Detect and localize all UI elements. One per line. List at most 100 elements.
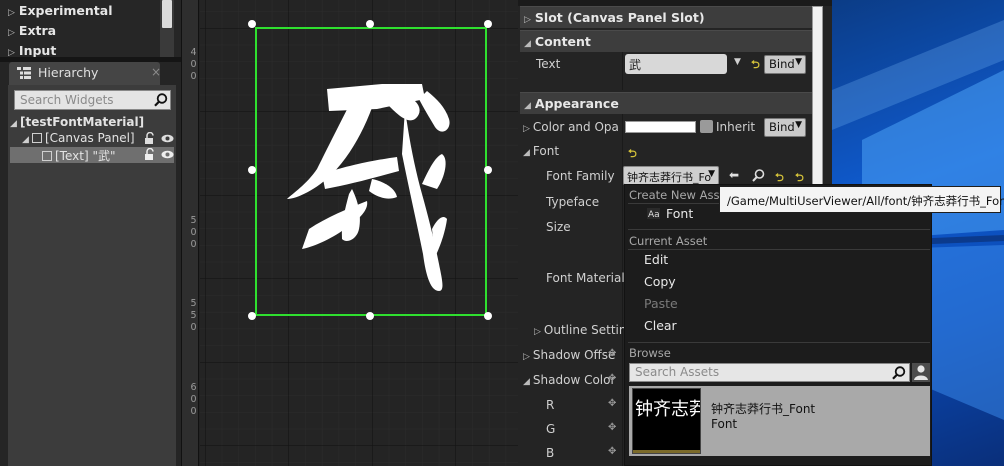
eye-icon[interactable] — [161, 148, 174, 161]
dropdown-arrow-icon: ▼ — [795, 120, 802, 130]
collapse-arrow-icon: ◢ — [10, 119, 17, 129]
prop-label-text: Color and Opa — [532, 120, 619, 134]
prop-label-font[interactable]: ◢ Font — [523, 144, 559, 158]
bind-button[interactable]: Bind ▼ — [764, 118, 806, 137]
asset-tile-font[interactable]: 钟齐志莽 钟齐志莽行书_Font Font — [629, 386, 930, 456]
menu-item-clear[interactable]: Clear — [644, 318, 677, 333]
person-icon[interactable] — [912, 363, 930, 382]
prop-label-shadow-color[interactable]: ◢ Shadow Color — [523, 373, 615, 387]
color-swatch[interactable] — [625, 121, 696, 133]
lock-icon[interactable] — [144, 148, 157, 161]
drag-handle-icon[interactable]: ✥ — [608, 348, 616, 359]
dropdown-arrow-icon: ▼ — [795, 57, 802, 67]
tree-item-canvas-panel[interactable]: ◢ [Canvas Panel] — [10, 131, 174, 147]
prop-label-font-family: Font Family — [546, 169, 615, 183]
prop-label-shadow-offset[interactable]: ▷ Shadow Offse — [523, 348, 615, 362]
resize-handle[interactable] — [484, 20, 492, 28]
asset-preview-text: 钟齐志莽 — [635, 399, 701, 420]
tree-item-label: [Text] "武" — [55, 149, 116, 163]
resize-handle[interactable] — [484, 312, 492, 320]
designer-canvas[interactable]: 400 500 550 600 — [181, 0, 518, 466]
section-content[interactable]: ◢ Content — [520, 30, 820, 52]
menu-separator — [628, 229, 930, 230]
drag-handle-icon[interactable]: ✥ — [608, 422, 616, 433]
section-title: Appearance — [534, 96, 619, 111]
drag-handle-icon[interactable]: ✥ — [608, 398, 616, 409]
resize-handle[interactable] — [366, 312, 374, 320]
prop-label-typeface: Typeface — [546, 195, 600, 209]
menu-separator — [628, 342, 930, 343]
collapse-arrow-icon: ◢ — [524, 39, 531, 49]
hierarchy-body: Search Widgets ◢ [testFontMaterial] ◢ [Can… — [8, 85, 176, 466]
prop-label-font-material: Font Material — [546, 271, 625, 285]
reset-icon[interactable]: ⮌ — [751, 56, 760, 75]
prop-label-size: Size — [546, 220, 571, 234]
search-icon — [154, 93, 168, 107]
expand-arrow-icon: ▷ — [523, 352, 530, 362]
palette-category-label: Experimental — [18, 3, 113, 18]
font-asset-menu: Create New Asset Aa Font Current Asset E… — [624, 184, 932, 466]
prop-label-outline[interactable]: ▷ Outline Setting — [534, 323, 634, 337]
svg-text:Aa: Aa — [648, 210, 660, 219]
collapse-arrow-icon: ◢ — [22, 135, 29, 145]
menu-item-edit[interactable]: Edit — [644, 252, 668, 267]
asset-search-input[interactable]: Search Assets — [629, 363, 910, 382]
menu-item-new-font[interactable]: Font — [666, 206, 693, 221]
tree-item-text[interactable]: [Text] "武" — [10, 147, 174, 163]
menu-item-paste: Paste — [644, 296, 678, 311]
font-family-value: 钟齐志莽行书_Fo — [627, 171, 712, 184]
expand-arrow-icon: ▷ — [8, 28, 15, 38]
text-value-field[interactable]: 武 — [625, 54, 727, 74]
use-selected-arrow-icon[interactable]: ⬅ — [729, 168, 739, 182]
palette-category-extra[interactable]: ▷ Extra — [8, 23, 56, 38]
tab-hierarchy[interactable]: Hierarchy × — [9, 62, 161, 85]
reset-icon[interactable]: ⮌ — [628, 145, 637, 164]
expand-arrow-icon: ▷ — [523, 124, 530, 134]
tree-item-root[interactable]: ◢ [testFontMaterial] — [10, 115, 174, 131]
widget-search-input[interactable]: Search Widgets — [14, 90, 171, 110]
palette-panel: ▷ Experimental ▷ Extra ▷ Input — [0, 0, 181, 58]
palette-scrollbar-thumb[interactable] — [162, 0, 172, 28]
prop-label-color[interactable]: ▷ Color and Opa — [523, 120, 619, 134]
prop-label-text: Outline Setting — [543, 323, 635, 337]
resize-handle[interactable] — [484, 166, 492, 174]
section-slot[interactable]: ▷ Slot (Canvas Panel Slot) — [520, 6, 820, 28]
resize-handle[interactable] — [366, 20, 374, 28]
eye-icon[interactable] — [161, 132, 174, 145]
top-strip — [518, 0, 832, 6]
inherit-checkbox[interactable] — [700, 120, 713, 133]
tree-item-label: [Canvas Panel] — [45, 131, 135, 145]
expand-arrow-icon: ▷ — [534, 327, 541, 337]
column-separator[interactable] — [622, 52, 623, 90]
font-family-combo[interactable]: 钟齐志莽行书_Fo ▼ — [623, 166, 719, 185]
drag-handle-icon[interactable]: ✥ — [608, 446, 616, 457]
tab-label: Hierarchy — [38, 65, 99, 80]
dropdown-arrow-icon: ▼ — [708, 169, 715, 179]
text-widget-icon — [42, 151, 52, 161]
resize-handle[interactable] — [248, 312, 256, 320]
menu-item-copy[interactable]: Copy — [644, 274, 676, 289]
resize-handle[interactable] — [248, 166, 256, 174]
resize-handle[interactable] — [248, 20, 256, 28]
palette-category-experimental[interactable]: ▷ Experimental — [8, 3, 113, 18]
close-icon[interactable]: × — [151, 65, 161, 79]
browse-search-icon[interactable] — [752, 169, 765, 182]
palette-category-input[interactable]: ▷ Input — [8, 43, 56, 58]
dropdown-arrow-icon[interactable]: ▼ — [734, 57, 741, 67]
selection-box[interactable] — [255, 27, 487, 316]
drag-handle-icon[interactable]: ✥ — [608, 373, 616, 384]
bind-label: Bind — [769, 120, 795, 134]
ruler-label: 500 — [188, 215, 199, 251]
section-appearance[interactable]: ◢ Appearance — [520, 92, 820, 114]
collapse-arrow-icon: ◢ — [523, 148, 530, 158]
asset-type-color-bar — [633, 450, 700, 453]
ruler-label: 600 — [188, 382, 199, 418]
ruler-label: 400 — [188, 47, 199, 83]
asset-thumbnail: 钟齐志莽 — [632, 388, 701, 454]
canvas-panel-icon — [32, 133, 42, 143]
bind-button[interactable]: Bind ▼ — [764, 55, 806, 74]
menu-header-create: Create New Asset — [629, 188, 732, 202]
lock-icon[interactable] — [144, 132, 157, 145]
menu-header-current: Current Asset — [629, 234, 708, 248]
palette-category-label: Input — [18, 43, 57, 58]
